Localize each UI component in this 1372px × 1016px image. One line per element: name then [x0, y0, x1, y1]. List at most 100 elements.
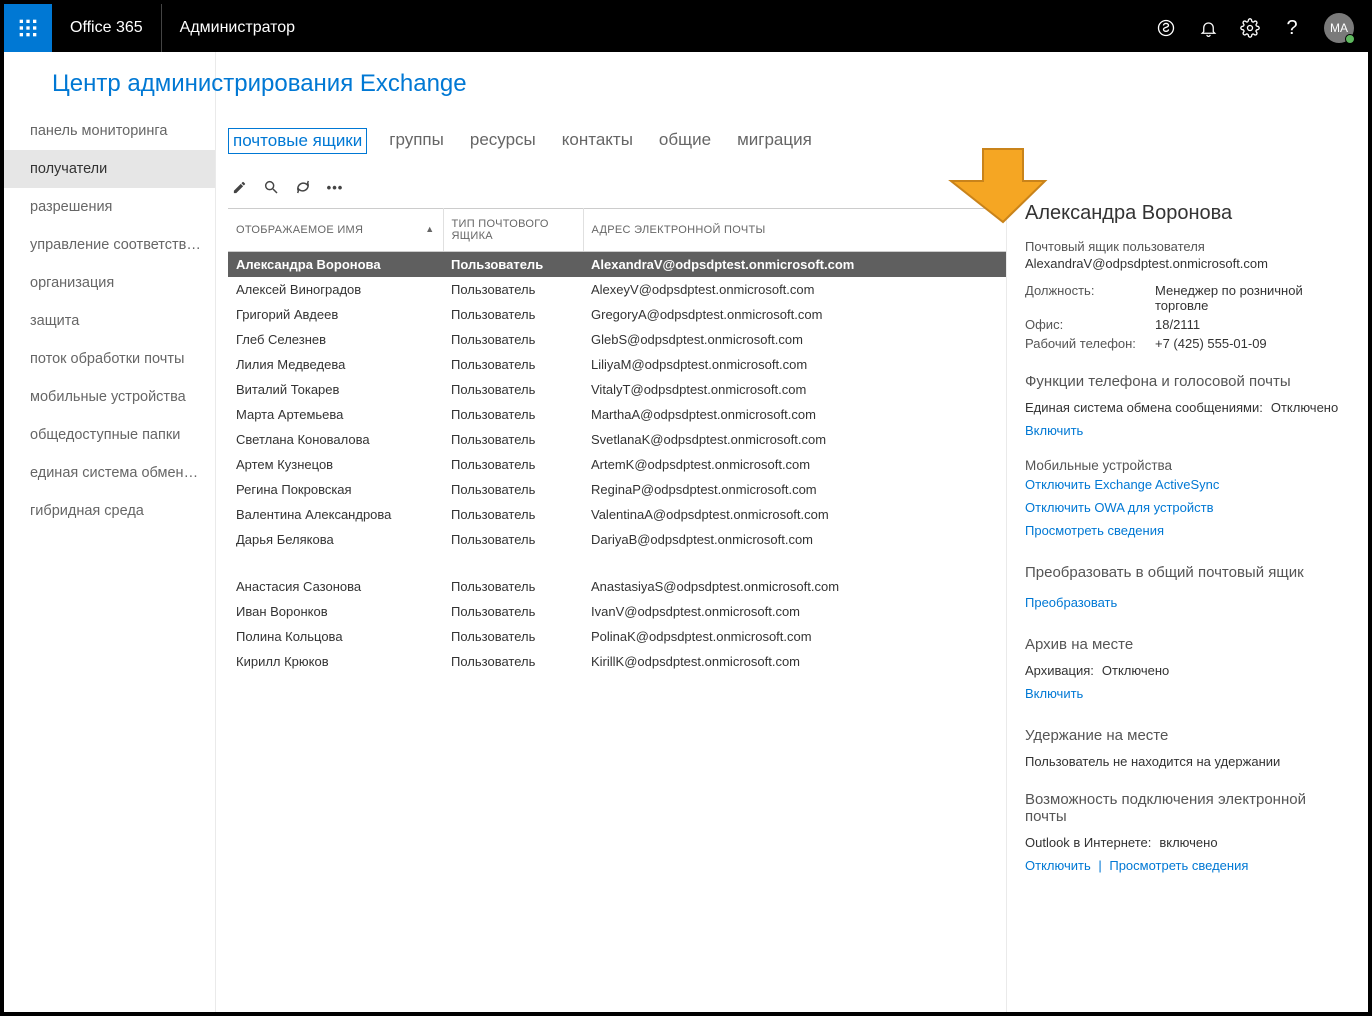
details-email: AlexandraV@odpsdptest.onmicrosoft.com — [1025, 256, 1350, 271]
nav-item[interactable]: панель мониторинга — [4, 112, 215, 150]
table-row[interactable]: Глеб СелезневПользовательGlebS@odpsdptes… — [228, 327, 1006, 352]
workphone-label: Рабочий телефон: — [1025, 336, 1155, 351]
tab[interactable]: ресурсы — [466, 128, 540, 154]
more-icon[interactable]: ••• — [326, 178, 344, 196]
cell-type: Пользователь — [443, 649, 583, 674]
cell-name: Иван Воронков — [228, 599, 443, 624]
nav-item[interactable]: поток обработки почты — [4, 340, 215, 378]
cell-name: Григорий Авдеев — [228, 302, 443, 327]
disable-owa-link[interactable]: Отключить OWA для устройств — [1025, 500, 1214, 515]
disable-eas-link[interactable]: Отключить Exchange ActiveSync — [1025, 477, 1219, 492]
table-row[interactable]: Дарья БеляковаПользовательDariyaB@odpsdp… — [228, 527, 1006, 552]
column-header[interactable]: ТИП ПОЧТОВОГО ЯЩИКА — [443, 209, 583, 252]
um-value: Отключено — [1271, 400, 1338, 415]
cell-name: Полина Кольцова — [228, 624, 443, 649]
cell-name: Марта Артемьева — [228, 402, 443, 427]
table-toolbar: ••• — [228, 172, 1006, 208]
tab[interactable]: группы — [385, 128, 448, 154]
cell-name: Регина Покровская — [228, 477, 443, 502]
table-row[interactable]: Марта АртемьеваПользовательMarthaA@odpsd… — [228, 402, 1006, 427]
cell-name: Светлана Коновалова — [228, 427, 443, 452]
cell-email: IvanV@odpsdptest.onmicrosoft.com — [583, 599, 1006, 624]
table-row[interactable]: Александра ВороноваПользовательAlexandra… — [228, 252, 1006, 278]
um-label: Единая система обмена сообщениями: — [1025, 400, 1263, 415]
cell-email: ArtemK@odpsdptest.onmicrosoft.com — [583, 452, 1006, 477]
table-row[interactable]: Виталий ТокаревПользовательVitalyT@odpsd… — [228, 377, 1006, 402]
refresh-icon[interactable] — [294, 178, 312, 196]
connectivity-section-heading: Возможность подключения электронной почт… — [1025, 791, 1350, 825]
owa-view-link[interactable]: Просмотреть сведения — [1109, 858, 1248, 873]
nav-item[interactable]: мобильные устройства — [4, 378, 215, 416]
help-icon[interactable]: ? — [1282, 18, 1302, 38]
table-row[interactable]: Кирилл КрюковПользовательKirillK@odpsdpt… — [228, 649, 1006, 674]
cell-name: Виталий Токарев — [228, 377, 443, 402]
settings-icon[interactable] — [1240, 18, 1260, 38]
position-value: Менеджер по розничной торговле — [1155, 283, 1350, 313]
archive-enable-link[interactable]: Включить — [1025, 686, 1083, 701]
table-row[interactable]: Лилия МедведеваПользовательLiliyaM@odpsd… — [228, 352, 1006, 377]
table-row[interactable]: Григорий АвдеевПользовательGregoryA@odps… — [228, 302, 1006, 327]
cell-name: Дарья Белякова — [228, 527, 443, 552]
table-row[interactable]: Артем КузнецовПользовательArtemK@odpsdpt… — [228, 452, 1006, 477]
search-icon[interactable] — [262, 178, 280, 196]
table-row[interactable]: Иван ВоронковПользовательIvanV@odpsdptes… — [228, 599, 1006, 624]
app-launcher-button[interactable] — [4, 4, 52, 52]
table-row[interactable]: Анастасия СазоноваПользовательAnastasiya… — [228, 574, 1006, 599]
cell-type: Пользователь — [443, 599, 583, 624]
edit-icon[interactable] — [230, 178, 248, 196]
cell-email: KirillK@odpsdptest.onmicrosoft.com — [583, 649, 1006, 674]
owa-disable-link[interactable]: Отключить — [1025, 858, 1091, 873]
nav-item[interactable]: управление соответстви... — [4, 226, 215, 264]
presence-indicator — [1345, 34, 1355, 44]
nav-item[interactable]: разрешения — [4, 188, 215, 226]
cell-type: Пользователь — [443, 377, 583, 402]
tab[interactable]: контакты — [558, 128, 637, 154]
view-details-link[interactable]: Просмотреть сведения — [1025, 523, 1164, 538]
workphone-value: +7 (425) 555-01-09 — [1155, 336, 1350, 351]
cell-name: Лилия Медведева — [228, 352, 443, 377]
table-row[interactable]: Валентина АлександроваПользовательValent… — [228, 502, 1006, 527]
cell-email: AnastasiyaS@odpsdptest.onmicrosoft.com — [583, 574, 1006, 599]
cell-type: Пользователь — [443, 452, 583, 477]
tab[interactable]: почтовые ящики — [228, 128, 367, 154]
cell-type: Пользователь — [443, 427, 583, 452]
cell-name: Валентина Александрова — [228, 502, 443, 527]
convert-link[interactable]: Преобразовать — [1025, 595, 1117, 610]
nav-item[interactable]: общедоступные папки — [4, 416, 215, 454]
brand-label: Office 365 — [52, 4, 162, 52]
cell-email: PolinaK@odpsdptest.onmicrosoft.com — [583, 624, 1006, 649]
convert-section-heading: Преобразовать в общий почтовый ящик — [1025, 564, 1350, 581]
tab[interactable]: общие — [655, 128, 715, 154]
nav-item[interactable]: единая система обмена... — [4, 454, 215, 492]
table-row[interactable]: Алексей ВиноградовПользовательAlexeyV@od… — [228, 277, 1006, 302]
column-header[interactable]: ОТОБРАЖАЕМОЕ ИМЯ▲ — [228, 209, 443, 252]
enable-um-link[interactable]: Включить — [1025, 423, 1083, 438]
archive-value: Отключено — [1102, 663, 1169, 678]
column-header[interactable]: АДРЕС ЭЛЕКТРОННОЙ ПОЧТЫ — [583, 209, 1006, 252]
cell-type: Пользователь — [443, 302, 583, 327]
cell-email: SvetlanaK@odpsdptest.onmicrosoft.com — [583, 427, 1006, 452]
office-value: 18/2111 — [1155, 317, 1350, 332]
notifications-icon[interactable] — [1198, 18, 1218, 38]
position-label: Должность: — [1025, 283, 1155, 313]
tab[interactable]: миграция — [733, 128, 816, 154]
table-row[interactable]: Регина ПокровскаяПользовательReginaP@odp… — [228, 477, 1006, 502]
cell-email: LiliyaM@odpsdptest.onmicrosoft.com — [583, 352, 1006, 377]
cell-email: GlebS@odpsdptest.onmicrosoft.com — [583, 327, 1006, 352]
cell-type: Пользователь — [443, 352, 583, 377]
owa-value: включено — [1159, 835, 1217, 850]
table-row[interactable]: Светлана КоноваловаПользовательSvetlanaK… — [228, 427, 1006, 452]
archive-section-heading: Архив на месте — [1025, 636, 1350, 653]
details-title: Александра Воронова — [1025, 202, 1350, 225]
avatar[interactable]: MA — [1324, 13, 1354, 43]
nav-item[interactable]: организация — [4, 264, 215, 302]
nav-item[interactable]: гибридная среда — [4, 492, 215, 530]
skype-icon[interactable] — [1156, 18, 1176, 38]
cell-name: Анастасия Сазонова — [228, 574, 443, 599]
cell-name: Артем Кузнецов — [228, 452, 443, 477]
table-row[interactable]: Полина КольцоваПользовательPolinaK@odpsd… — [228, 624, 1006, 649]
cell-email: VitalyT@odpsdptest.onmicrosoft.com — [583, 377, 1006, 402]
nav-item[interactable]: получатели — [4, 150, 215, 188]
nav-item[interactable]: защита — [4, 302, 215, 340]
cell-type: Пользователь — [443, 502, 583, 527]
